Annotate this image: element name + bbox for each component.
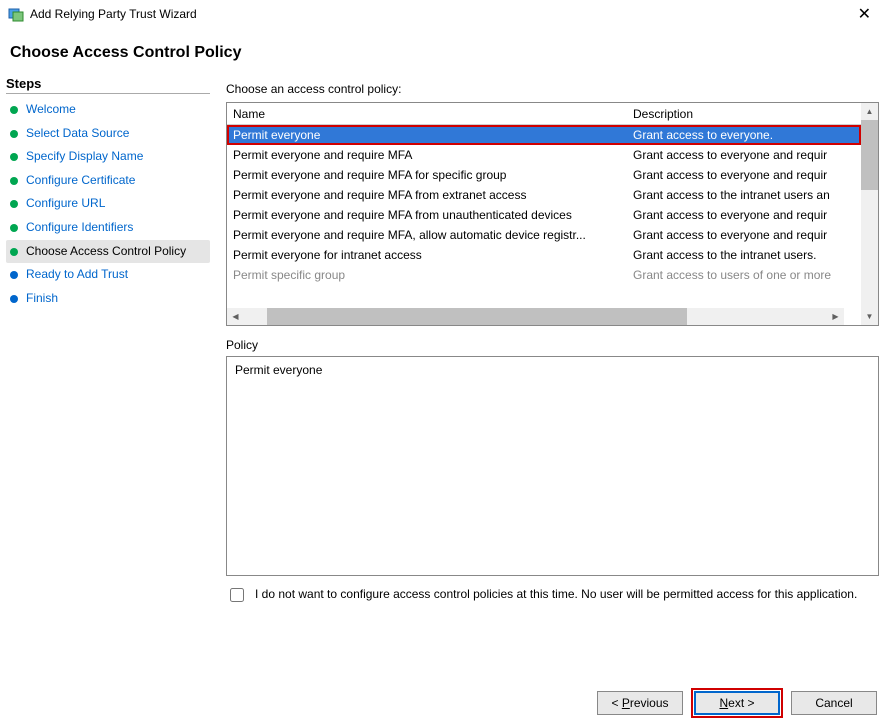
title-bar: Add Relying Party Trust Wizard ✕ (0, 0, 889, 28)
step-bullet-icon (10, 295, 18, 303)
policy-description: Grant access to everyone and requir (627, 166, 861, 184)
step-label: Welcome (26, 102, 76, 118)
policy-detail-text: Permit everyone (235, 363, 322, 377)
horizontal-scrollbar[interactable] (227, 308, 844, 325)
scroll-left-icon[interactable] (227, 308, 244, 325)
col-name[interactable]: Name (227, 105, 627, 123)
policy-row[interactable]: Permit everyone and require MFA, allow a… (227, 225, 861, 245)
step-label: Choose Access Control Policy (26, 244, 186, 260)
policy-row[interactable]: Permit everyone for intranet access Gran… (227, 245, 861, 265)
policy-detail-label: Policy (226, 338, 879, 352)
col-description[interactable]: Description (627, 105, 861, 123)
step-label: Configure Certificate (26, 173, 135, 189)
step-label: Ready to Add Trust (26, 267, 128, 283)
step-select-data-source[interactable]: Select Data Source (6, 122, 210, 146)
wizard-icon (8, 6, 24, 22)
scroll-right-icon[interactable] (827, 308, 844, 325)
policy-description: Grant access to everyone and requir (627, 206, 861, 224)
policy-name: Permit everyone and require MFA from ext… (227, 186, 627, 204)
policy-name: Permit everyone and require MFA (227, 146, 627, 164)
policy-description: Grant access to everyone and requir (627, 146, 861, 164)
wizard-footer: < Previous Next > Cancel (597, 688, 877, 718)
step-label: Finish (26, 291, 58, 307)
content-pane: Choose an access control policy: Name De… (216, 72, 889, 724)
step-bullet-icon (10, 177, 18, 185)
step-bullet-icon (10, 248, 18, 256)
policy-name: Permit everyone (227, 126, 627, 144)
step-configure-identifiers[interactable]: Configure Identifiers (6, 216, 210, 240)
cancel-button[interactable]: Cancel (791, 691, 877, 715)
step-label: Specify Display Name (26, 149, 143, 165)
steps-sidebar: Steps Welcome Select Data Source Specify… (0, 72, 216, 724)
policy-description: Grant access to everyone and requir (627, 226, 861, 244)
step-bullet-icon (10, 106, 18, 114)
policy-description: Grant access to users of one or more (627, 266, 861, 284)
policy-description: Grant access to everyone. (627, 126, 861, 144)
policy-row[interactable]: Permit specific group Grant access to us… (227, 265, 861, 285)
scroll-down-icon[interactable] (861, 308, 878, 325)
scroll-thumb[interactable] (267, 308, 687, 325)
policy-name: Permit everyone and require MFA from una… (227, 206, 627, 224)
policy-row[interactable]: Permit everyone and require MFA for spec… (227, 165, 861, 185)
steps-title: Steps (6, 76, 210, 94)
step-bullet-icon (10, 153, 18, 161)
step-configure-certificate[interactable]: Configure Certificate (6, 169, 210, 193)
step-bullet-icon (10, 224, 18, 232)
vertical-scrollbar[interactable] (861, 103, 878, 325)
optout-checkbox[interactable] (230, 588, 244, 602)
annotation-highlight: Next > (691, 688, 783, 718)
policy-row[interactable]: Permit everyone Grant access to everyone… (227, 125, 861, 145)
window-title: Add Relying Party Trust Wizard (30, 7, 848, 21)
step-specify-display-name[interactable]: Specify Display Name (6, 145, 210, 169)
policy-name: Permit everyone and require MFA for spec… (227, 166, 627, 184)
btn-label: Next > (719, 696, 754, 710)
close-icon[interactable]: ✕ (848, 4, 881, 24)
page-header: Choose Access Control Policy (0, 28, 889, 72)
policy-name: Permit specific group (227, 266, 627, 284)
step-choose-access-control-policy[interactable]: Choose Access Control Policy (6, 240, 210, 264)
btn-label: < Previous (611, 696, 668, 710)
scroll-up-icon[interactable] (861, 103, 878, 120)
step-label: Configure URL (26, 196, 105, 212)
scroll-thumb[interactable] (861, 120, 878, 190)
step-bullet-icon (10, 200, 18, 208)
policy-description: Grant access to the intranet users an (627, 186, 861, 204)
next-button[interactable]: Next > (694, 691, 780, 715)
policy-list[interactable]: Name Description Permit everyone Grant a… (226, 102, 879, 326)
step-finish[interactable]: Finish (6, 287, 210, 311)
step-welcome[interactable]: Welcome (6, 98, 210, 122)
step-label: Select Data Source (26, 126, 129, 142)
policy-row[interactable]: Permit everyone and require MFA from ext… (227, 185, 861, 205)
policy-row[interactable]: Permit everyone and require MFA from una… (227, 205, 861, 225)
policy-name: Permit everyone for intranet access (227, 246, 627, 264)
step-configure-url[interactable]: Configure URL (6, 192, 210, 216)
optout-label[interactable]: I do not want to configure access contro… (255, 586, 857, 602)
page-title: Choose Access Control Policy (10, 44, 879, 62)
policy-detail: Permit everyone (226, 356, 879, 576)
policy-name: Permit everyone and require MFA, allow a… (227, 226, 627, 244)
policy-row[interactable]: Permit everyone and require MFA Grant ac… (227, 145, 861, 165)
step-bullet-icon (10, 130, 18, 138)
step-label: Configure Identifiers (26, 220, 133, 236)
step-ready-to-add-trust[interactable]: Ready to Add Trust (6, 263, 210, 287)
policy-description: Grant access to the intranet users. (627, 246, 861, 264)
previous-button[interactable]: < Previous (597, 691, 683, 715)
policy-list-header: Name Description (227, 103, 861, 125)
step-bullet-icon (10, 271, 18, 279)
policy-list-label: Choose an access control policy: (226, 82, 879, 96)
